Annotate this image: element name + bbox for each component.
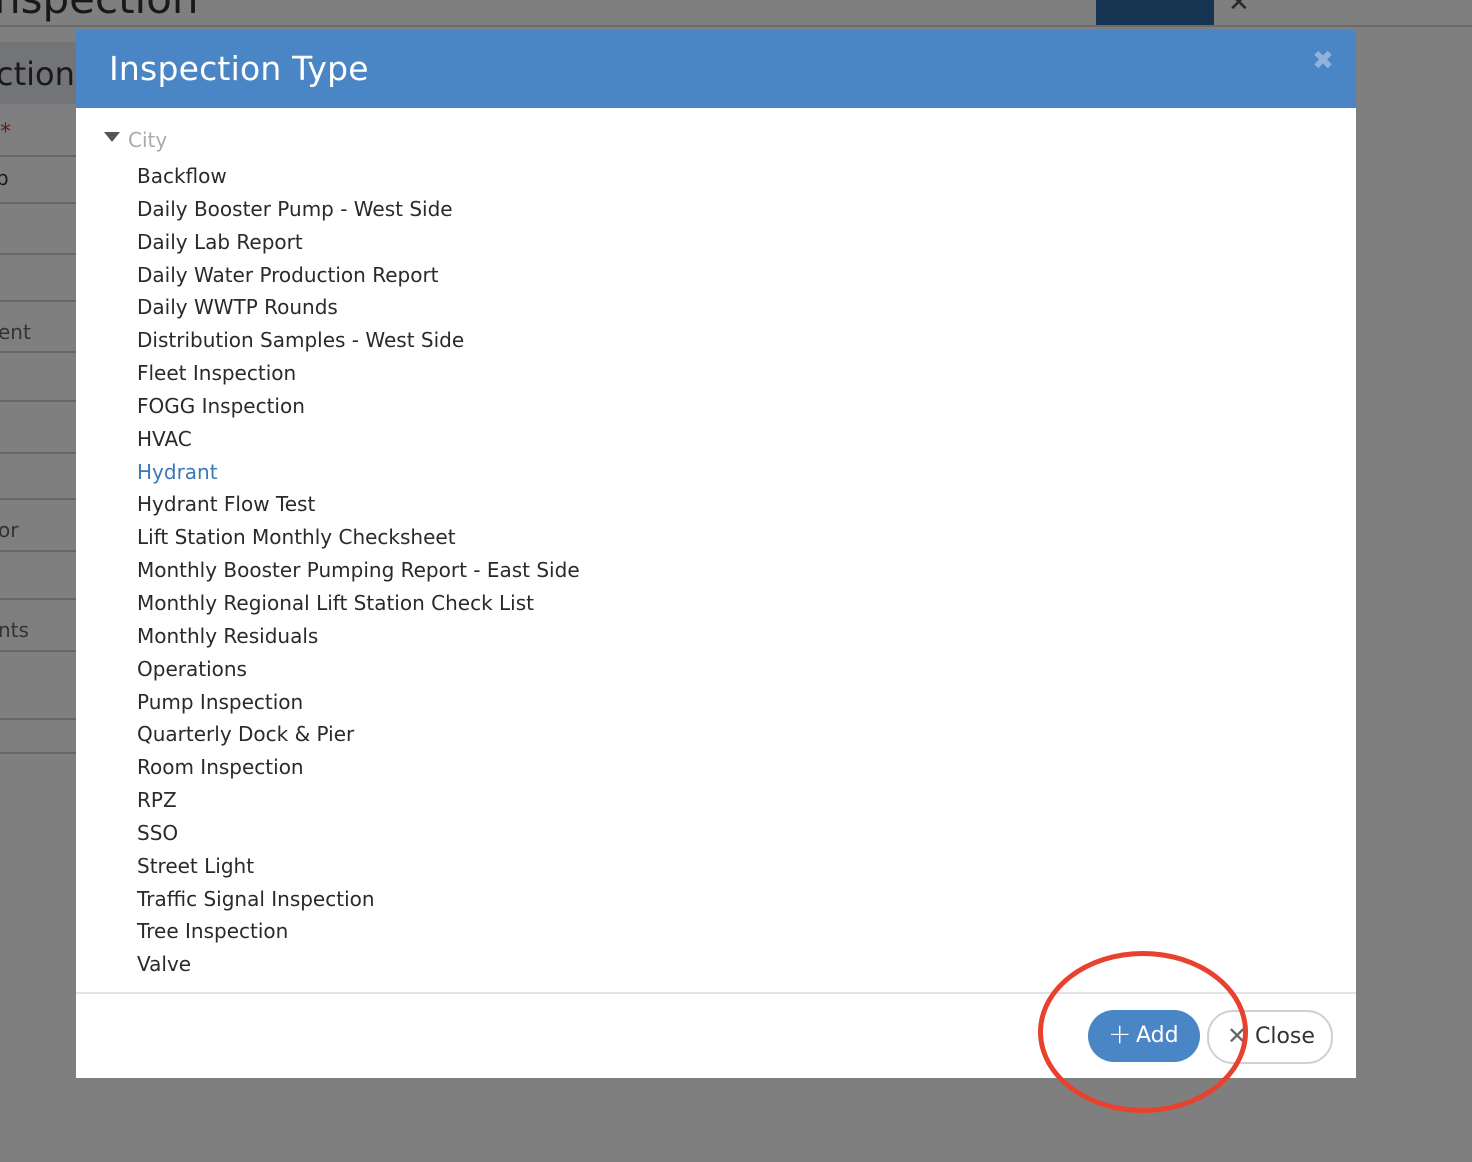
tree-item[interactable]: Operations <box>137 653 580 686</box>
tree-item[interactable]: Lift Station Monthly Checksheet <box>137 521 580 554</box>
tree-item[interactable]: Distribution Samples - West Side <box>137 324 580 357</box>
add-button[interactable]: + Add <box>1088 1010 1200 1062</box>
tree-item[interactable]: HVAC <box>137 423 580 456</box>
tree-node-label: City <box>128 128 168 152</box>
tree-item[interactable]: Tree Inspection <box>137 915 580 948</box>
caret-down-icon[interactable] <box>104 132 120 142</box>
tree-item[interactable]: Hydrant <box>137 456 580 489</box>
tree-item[interactable]: Room Inspection <box>137 751 580 784</box>
tree-item[interactable]: Quarterly Dock & Pier <box>137 718 580 751</box>
close-button[interactable]: ✕ Close <box>1207 1010 1333 1064</box>
close-icon: ✕ <box>1227 1022 1248 1050</box>
tree-item[interactable]: Daily Lab Report <box>137 226 580 259</box>
inspection-type-dialog: Inspection Type ✖ City Backflow Daily Boo… <box>76 30 1356 1078</box>
tree-item[interactable]: Hydrant Flow Test <box>137 488 580 521</box>
tree-item[interactable]: Daily WWTP Rounds <box>137 291 580 324</box>
close-button-label: Close <box>1255 1024 1315 1049</box>
tree-item[interactable]: Monthly Booster Pumping Report - East Si… <box>137 554 580 587</box>
tree-item[interactable]: Pump Inspection <box>137 686 580 719</box>
dialog-header: Inspection Type ✖ <box>76 30 1356 108</box>
close-icon[interactable]: ✖ <box>1309 46 1337 76</box>
tree-item-list: Backflow Daily Booster Pump - West Side Da… <box>137 160 580 981</box>
dialog-title: Inspection Type <box>109 49 369 88</box>
tree-item[interactable]: Traffic Signal Inspection <box>137 883 580 916</box>
tree-item[interactable]: FOGG Inspection <box>137 390 580 423</box>
plus-icon: + <box>1108 1017 1132 1050</box>
add-button-label: Add <box>1136 1023 1179 1048</box>
tree-item[interactable]: Monthly Regional Lift Station Check List <box>137 587 580 620</box>
tree-item[interactable]: Valve <box>137 948 580 981</box>
tree-item[interactable]: Street Light <box>137 850 580 883</box>
tree-item[interactable]: Daily Water Production Report <box>137 259 580 292</box>
tree-item[interactable]: Monthly Residuals <box>137 620 580 653</box>
tree-item[interactable]: Fleet Inspection <box>137 357 580 390</box>
tree-item[interactable]: SSO <box>137 817 580 850</box>
tree-item[interactable]: RPZ <box>137 784 580 817</box>
tree-item[interactable]: Backflow <box>137 160 580 193</box>
footer-divider <box>76 992 1356 994</box>
tree-item[interactable]: Daily Booster Pump - West Side <box>137 193 580 226</box>
